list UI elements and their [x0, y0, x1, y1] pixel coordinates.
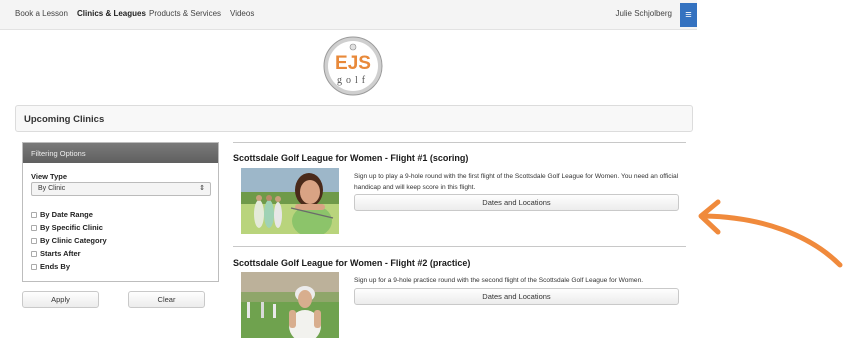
view-type-select[interactable]: By Clinic ⇕ — [31, 182, 211, 196]
filter-panel: Filtering Options View Type By Clinic ⇕ … — [22, 142, 219, 282]
filter-option-starts-after[interactable]: Starts After — [31, 249, 81, 258]
logo-initials: EJS — [335, 53, 371, 74]
curved-arrow-icon — [698, 199, 843, 268]
user-name-link[interactable]: Julie Schjolberg — [616, 9, 672, 18]
checkbox[interactable] — [31, 225, 37, 231]
clinic-divider — [233, 142, 686, 143]
nav-book-a-lesson[interactable]: Book a Lesson — [15, 9, 68, 18]
hamburger-icon: ≡ — [685, 9, 692, 21]
nav-clinics-leagues[interactable]: Clinics & Leagues — [77, 9, 146, 18]
filter-option-date-range[interactable]: By Date Range — [31, 210, 93, 219]
filter-panel-header: Filtering Options — [23, 143, 218, 163]
top-nav: Book a Lesson Clinics & Leagues Products… — [0, 0, 697, 30]
clinic-description: Sign up for a 9-hole practice round with… — [354, 277, 644, 284]
view-type-value: By Clinic — [38, 185, 66, 192]
clinic-photo — [241, 168, 339, 234]
clinic-title[interactable]: Scottsdale Golf League for Women - Fligh… — [233, 258, 470, 268]
section-header: Upcoming Clinics — [15, 105, 693, 132]
checkbox[interactable] — [31, 212, 37, 218]
menu-button[interactable]: ≡ — [680, 3, 697, 27]
filter-option-label: By Specific Clinic — [40, 223, 103, 232]
filter-option-specific-clinic[interactable]: By Specific Clinic — [31, 223, 103, 232]
checkbox[interactable] — [31, 251, 37, 257]
filter-option-clinic-category[interactable]: By Clinic Category — [31, 236, 107, 245]
nav-videos[interactable]: Videos — [230, 9, 254, 18]
checkbox[interactable] — [31, 264, 37, 270]
dates-and-locations-button[interactable]: Dates and Locations — [354, 288, 679, 305]
filter-option-label: Ends By — [40, 262, 71, 271]
clinic-title[interactable]: Scottsdale Golf League for Women - Fligh… — [233, 153, 468, 163]
logo-word: golf — [337, 75, 369, 86]
checkbox[interactable] — [31, 238, 37, 244]
dates-and-locations-button[interactable]: Dates and Locations — [354, 194, 679, 211]
ejs-golf-logo: EJS golf — [323, 36, 383, 96]
page-title: Upcoming Clinics — [24, 114, 105, 125]
clinic-divider — [233, 246, 686, 247]
filter-option-label: By Date Range — [40, 210, 93, 219]
up-down-arrow-icon: ⇕ — [199, 185, 205, 192]
filter-option-label: Starts After — [40, 249, 81, 258]
clinic-photo — [241, 272, 339, 338]
filter-option-label: By Clinic Category — [40, 236, 107, 245]
clinic-description: Sign up to play a 9-hole round with the … — [354, 173, 679, 191]
view-type-label: View Type — [31, 172, 67, 181]
apply-button[interactable]: Apply — [22, 291, 99, 308]
filter-option-ends-by[interactable]: Ends By — [31, 262, 70, 271]
clear-button[interactable]: Clear — [128, 291, 205, 308]
nav-products-services[interactable]: Products & Services — [149, 9, 221, 18]
